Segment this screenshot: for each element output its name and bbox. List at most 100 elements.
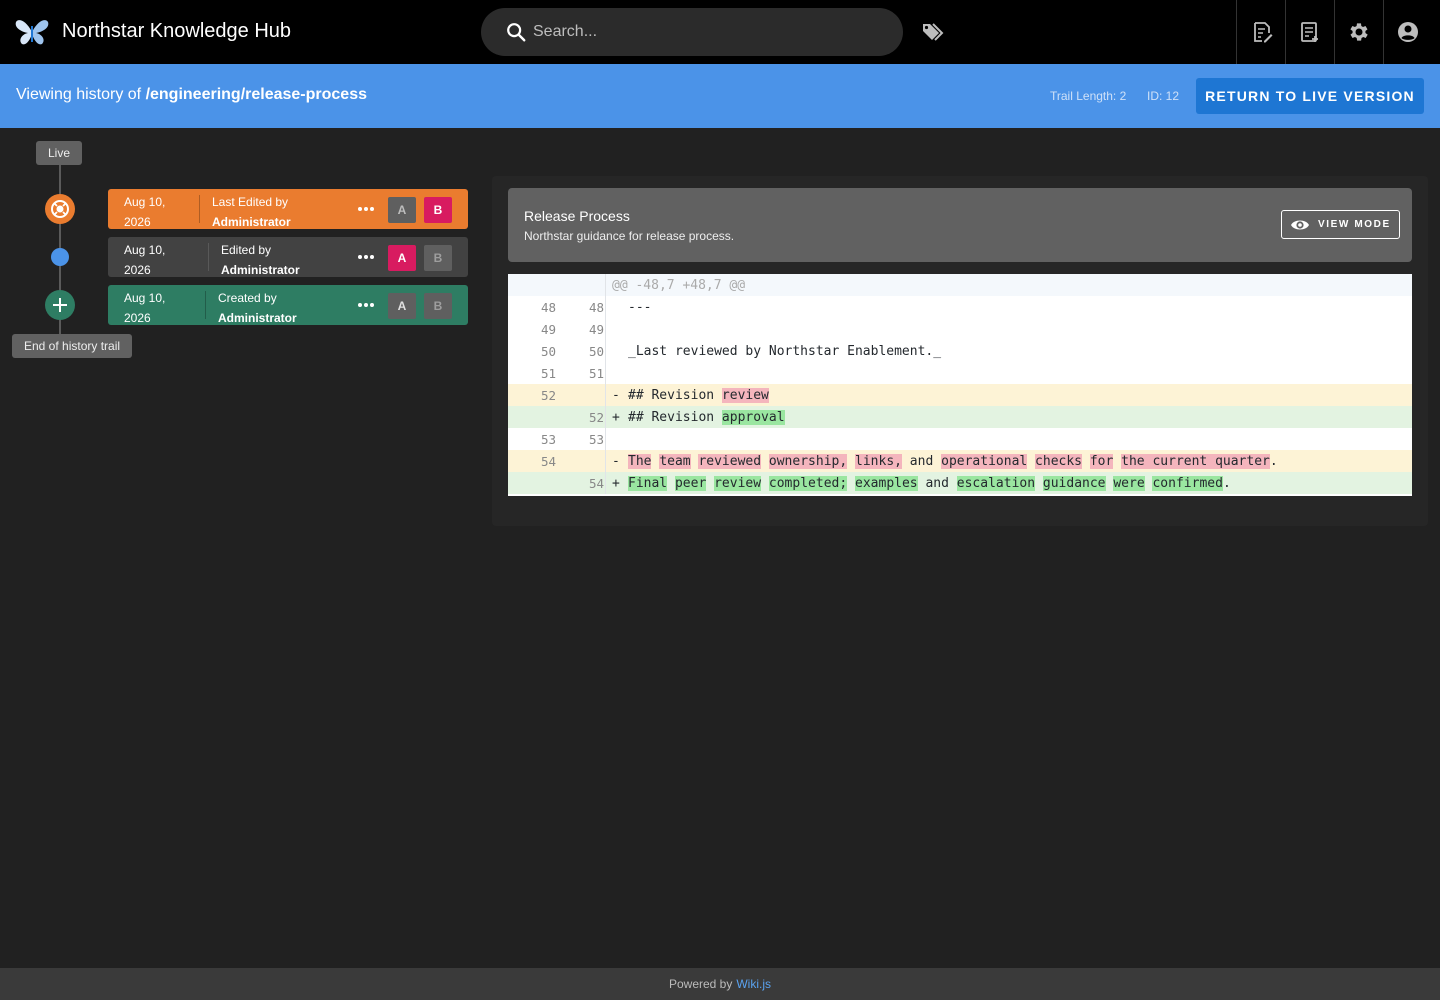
diff-code: The team reviewed ownership, links, and …	[628, 453, 1278, 469]
history-header: Viewing history of /engineering/release-…	[0, 64, 1440, 128]
diff-gutter	[605, 362, 606, 384]
changed-word: for	[1089, 453, 1114, 469]
entry-author: Edited by Administrator	[221, 240, 300, 280]
unchanged-text: ## Revision	[628, 409, 722, 425]
diff-sign: -	[612, 387, 620, 403]
entry-author-name: Administrator	[221, 263, 300, 277]
set-as-b-button[interactable]: B	[424, 293, 452, 319]
view-mode-button[interactable]: VIEW MODE	[1281, 210, 1400, 239]
unchanged-text	[706, 476, 714, 491]
unchanged-text	[761, 476, 769, 491]
page-title: Release Process	[524, 208, 630, 224]
old-line-number: 51	[540, 365, 556, 381]
changed-word: escalation	[956, 475, 1036, 491]
new-line-number: 48	[588, 299, 604, 315]
search-box[interactable]	[481, 8, 903, 56]
diff-line-del: 54 - The team reviewed ownership, links, a…	[508, 450, 1412, 472]
changed-word: links,	[855, 453, 902, 469]
history-title-prefix: Viewing history of	[16, 86, 142, 103]
page-description: Northstar guidance for release process.	[524, 229, 735, 243]
page-id: ID: 12	[1147, 89, 1180, 103]
entry-date: Aug 10, 2026	[124, 192, 194, 232]
return-to-live-button[interactable]: RETURN TO LIVE VERSION	[1196, 78, 1424, 114]
hunk-header-text: @@ -48,7 +48,7 @@	[612, 277, 746, 293]
admin-button[interactable]	[1345, 18, 1373, 46]
changed-word: the current quarter	[1121, 453, 1270, 469]
changed-word: peer	[674, 475, 707, 491]
diff-line-ctx: 48 48 ---	[508, 296, 1412, 318]
unchanged-text: .	[1222, 475, 1231, 491]
entry-separator	[205, 291, 206, 319]
changed-word: review	[714, 475, 762, 491]
page-actions-button[interactable]	[1296, 18, 1324, 46]
diff-code: _Last reviewed by Northstar Enablement._	[628, 343, 942, 359]
set-as-a-button[interactable]: A	[388, 293, 416, 319]
diff-hunk-header: @@ -48,7 +48,7 @@	[508, 274, 1412, 296]
diff-line-ctx: 50 50 _Last reviewed by Northstar Enableme…	[508, 340, 1412, 362]
unchanged-text	[1113, 454, 1121, 469]
history-entry-1[interactable]: Aug 10, 2026 Last Edited by Administrato…	[108, 189, 468, 229]
trail-length: Trail Length: 2	[1050, 89, 1127, 103]
new-line-number: 51	[588, 365, 604, 381]
diff-line-add: 52 + ## Revision approval	[508, 406, 1412, 428]
set-as-a-button[interactable]: A	[388, 245, 416, 271]
unchanged-text	[847, 454, 855, 469]
changed-word: team	[659, 453, 691, 469]
search-input[interactable]	[533, 23, 873, 41]
account-button[interactable]	[1394, 18, 1422, 46]
new-page-button[interactable]	[1248, 18, 1276, 46]
entry-author: Last Edited by Administrator	[212, 192, 291, 232]
account-icon	[1398, 22, 1418, 42]
eye-icon	[1291, 220, 1309, 229]
old-line-number: 48	[540, 299, 556, 315]
diff-line-ctx: 53 53	[508, 428, 1412, 450]
set-as-a-button[interactable]: A	[388, 197, 416, 223]
entry-menu-button[interactable]	[356, 295, 376, 315]
butterfly-logo-icon[interactable]	[14, 16, 50, 48]
timeline-dot-created	[45, 290, 75, 320]
live-chip: Live	[36, 141, 83, 165]
unchanged-text	[1027, 454, 1035, 469]
diff-gutter	[605, 428, 606, 450]
entry-author-name: Administrator	[212, 215, 291, 229]
app-title[interactable]: Northstar Knowledge Hub	[62, 20, 291, 43]
page-actions-icon	[1301, 22, 1318, 42]
entry-date-line2: 2026	[124, 215, 151, 229]
more-horiz-icon	[358, 303, 374, 307]
changed-word: review	[721, 387, 769, 403]
footer: Powered by Wiki.js	[0, 968, 1440, 1000]
history-entry-2[interactable]: Aug 10, 2026 Edited by Administrator A B	[108, 237, 468, 277]
new-line-number: 49	[588, 321, 604, 337]
new-line-number: 53	[588, 431, 604, 447]
diff-gutter	[605, 318, 606, 340]
tags-button[interactable]	[920, 18, 948, 46]
changed-word: examples	[855, 475, 918, 491]
changed-word: completed;	[768, 475, 848, 491]
old-line-number: 52	[540, 387, 556, 403]
diff-sign: +	[612, 475, 620, 491]
changed-word: The	[628, 453, 652, 469]
diff-gutter	[605, 340, 606, 362]
diff-line-del: 52 - ## Revision review	[508, 384, 1412, 406]
set-as-b-button[interactable]: B	[424, 245, 452, 271]
entry-date-line2: 2026	[124, 263, 151, 277]
diff-code: ## Revision approval	[628, 409, 785, 425]
end-of-trail-chip: End of history trail	[12, 334, 133, 358]
diff-code: ---	[628, 299, 652, 315]
page-card: Release Process Northstar guidance for r…	[508, 188, 1412, 262]
unchanged-text	[761, 454, 769, 469]
unchanged-text	[847, 476, 855, 491]
entry-menu-button[interactable]	[356, 199, 376, 219]
entry-date: Aug 10, 2026	[124, 288, 194, 328]
live-target-icon	[51, 200, 69, 218]
new-line-number: 52	[588, 409, 604, 425]
entry-date-line2: 2026	[124, 311, 151, 325]
unchanged-text: and	[901, 453, 942, 469]
diff-gutter	[605, 296, 606, 318]
timeline-dot-live	[45, 194, 75, 224]
plus-icon	[53, 298, 67, 312]
set-as-b-button[interactable]: B	[424, 197, 452, 223]
entry-menu-button[interactable]	[356, 247, 376, 267]
wikijs-link[interactable]: Wiki.js	[736, 977, 771, 991]
history-entry-3[interactable]: Aug 10, 2026 Created by Administrator A …	[108, 285, 468, 325]
